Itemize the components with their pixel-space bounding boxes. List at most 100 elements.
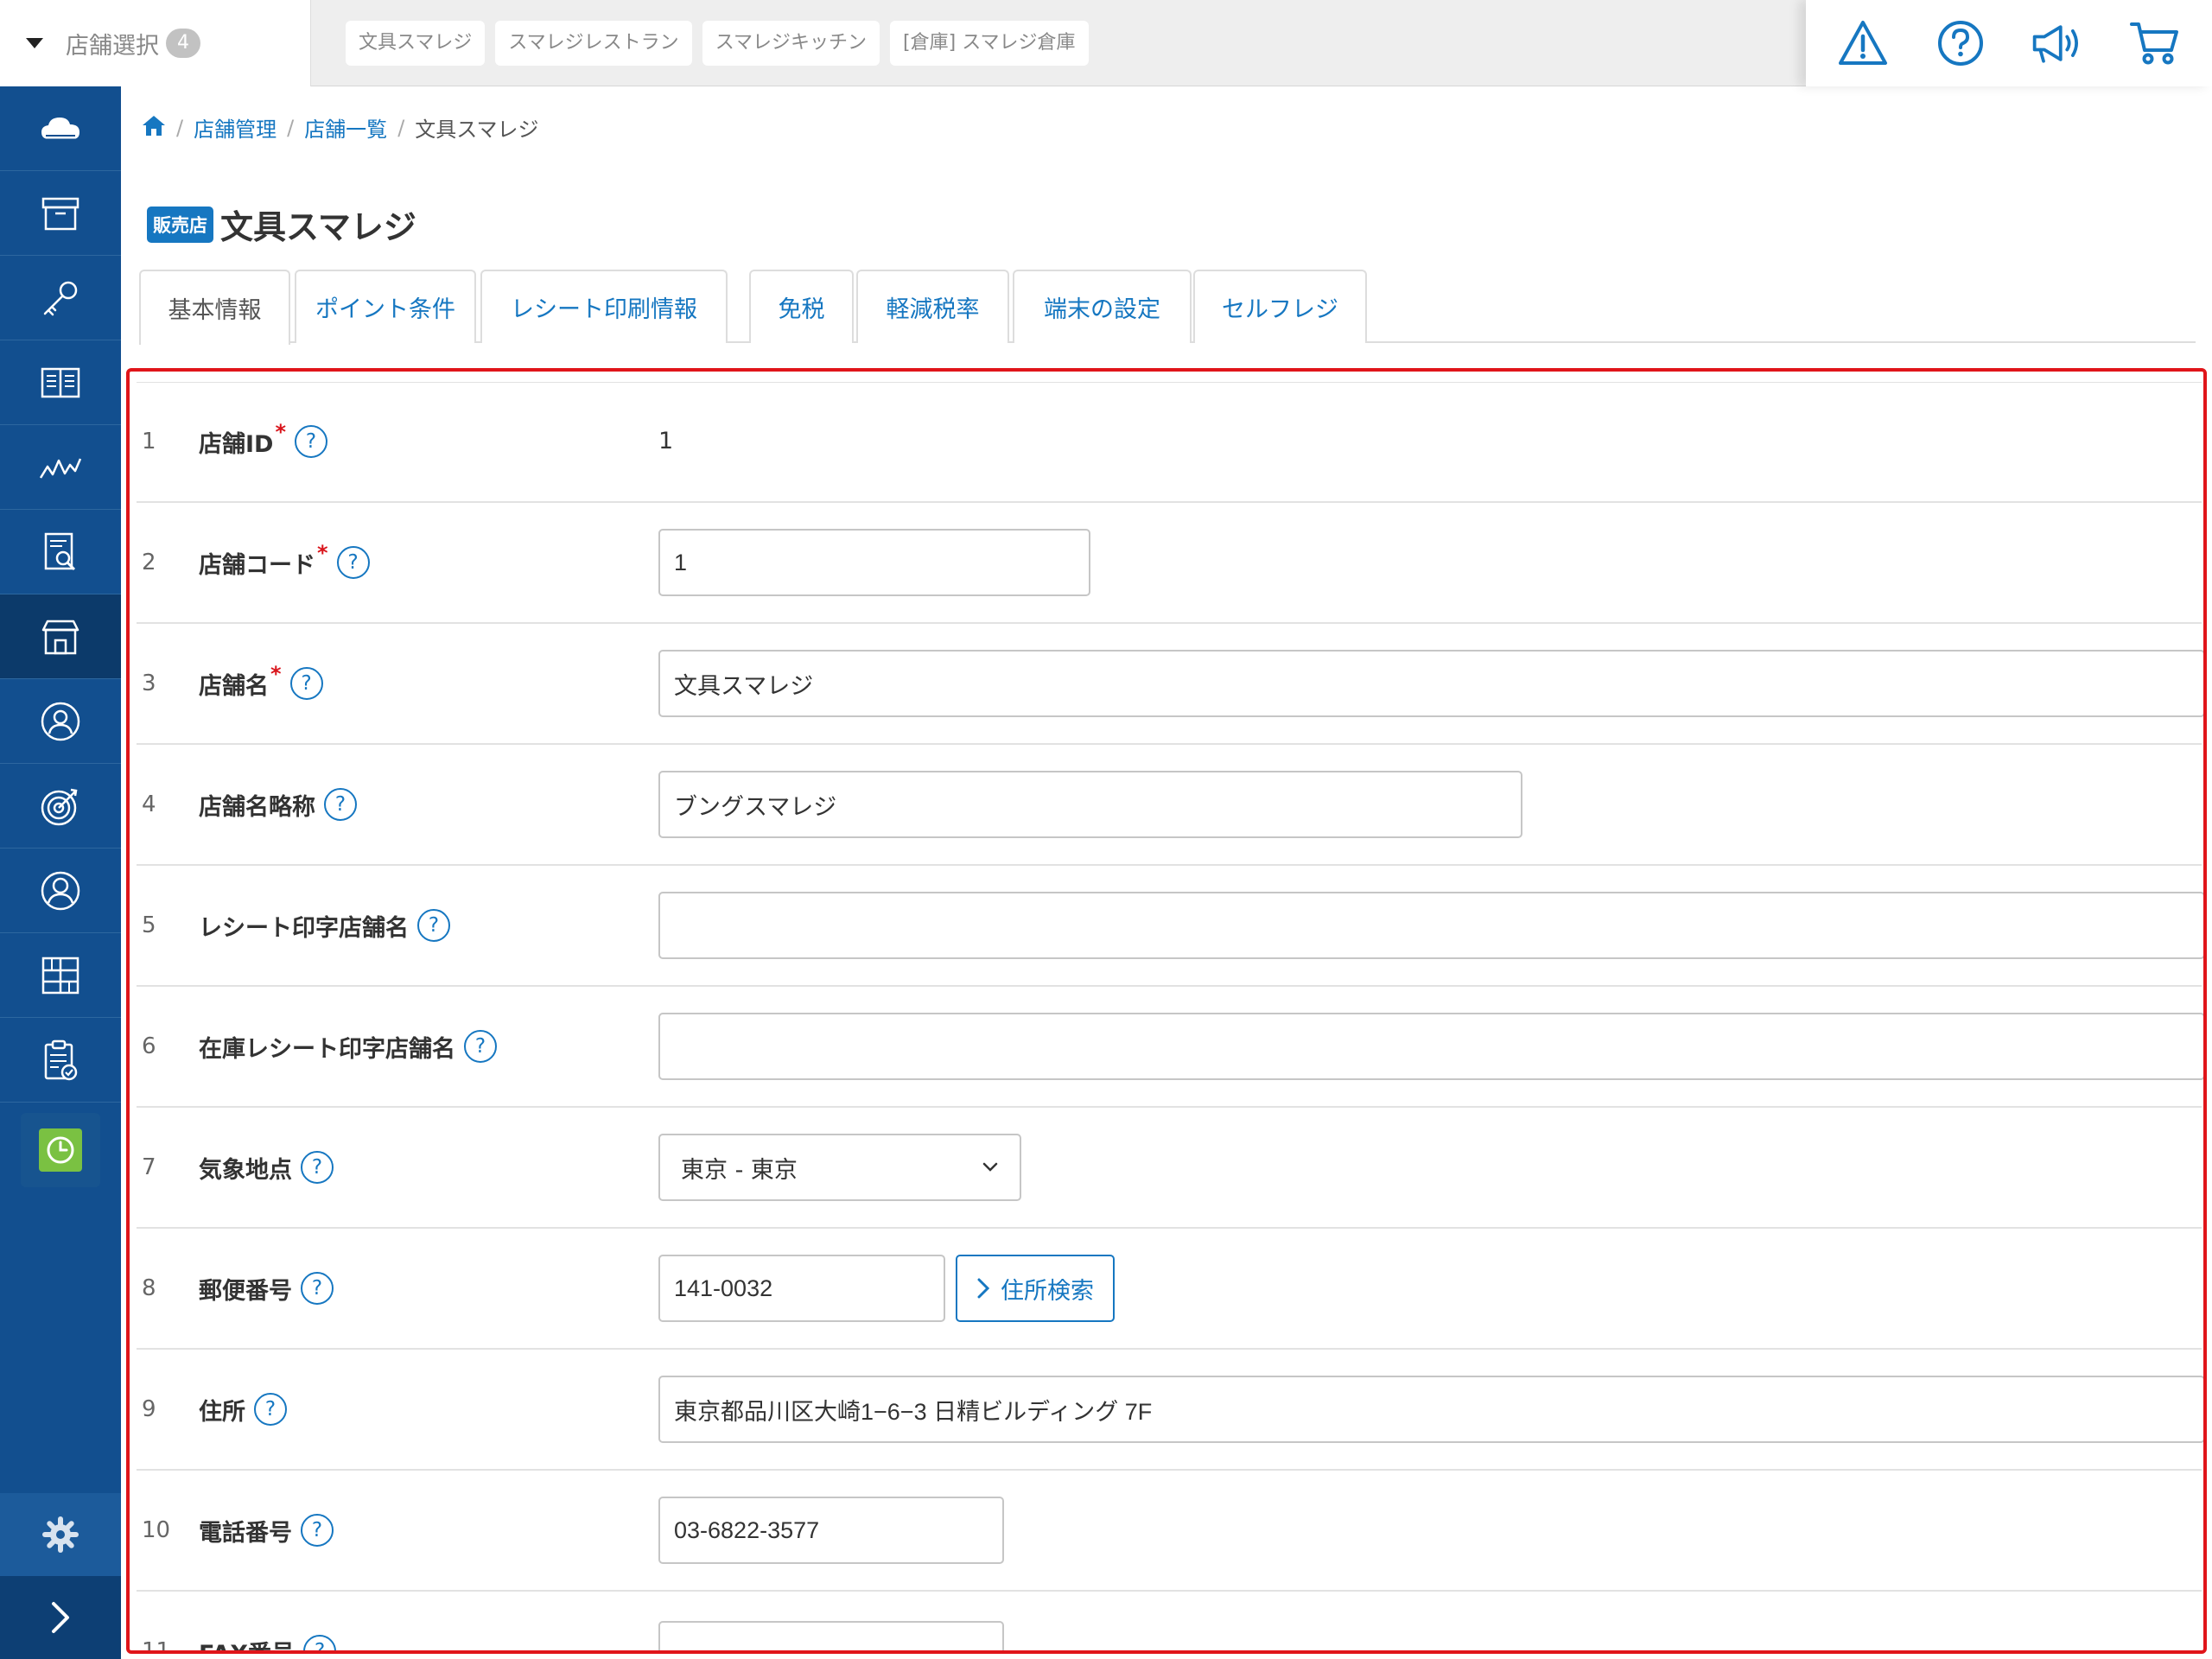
fax-number-input[interactable]: [658, 1621, 1004, 1650]
basic-info-form: 1店舗ID*?12店舗コード*?3店舗名*?4店舗名略称?5レシート印字店舗名?…: [126, 368, 2207, 1654]
help-tooltip-icon[interactable]: ?: [417, 909, 450, 942]
sidebar-item-access[interactable]: [0, 256, 121, 340]
store-select-dropdown[interactable]: 店舗選択 4: [0, 0, 311, 86]
help-tooltip-icon[interactable]: ?: [254, 1393, 287, 1426]
field-label-text: 店舗名略称: [199, 793, 315, 821]
help-tooltip-icon[interactable]: ?: [301, 1272, 334, 1305]
address-search-label: 住所検索: [1001, 1277, 1094, 1305]
store-chip[interactable]: 文具スマレジ: [346, 21, 486, 66]
sidebar-item-marketing[interactable]: [0, 764, 121, 849]
sidebar-item-tasks[interactable]: [0, 1018, 121, 1103]
help-tooltip-icon[interactable]: ?: [464, 1030, 497, 1063]
sidebar-item-staff[interactable]: [0, 849, 121, 933]
archive-box-icon: [41, 197, 79, 230]
address-search-button[interactable]: 住所検索: [956, 1255, 1115, 1322]
cart-icon[interactable]: [2127, 16, 2183, 71]
tab-basic-info[interactable]: 基本情報: [139, 270, 290, 345]
stock-receipt-store-name-input[interactable]: [658, 1013, 2203, 1080]
main-sidebar: [0, 86, 121, 1659]
form-row-phone-number: 10 電話番号?: [137, 1471, 2202, 1592]
required-mark: *: [275, 420, 287, 444]
row-number: 9: [142, 1396, 156, 1422]
breadcrumb-current: 文具スマレジ: [415, 118, 539, 142]
field-label: 店舗コード *?: [199, 503, 370, 622]
report-search-icon: [44, 532, 76, 570]
form-row-store-code: 2 店舗コード *?: [137, 503, 2202, 624]
store-type-badge: 販売店: [147, 206, 213, 243]
field-label: 電話番号?: [199, 1471, 334, 1590]
sidebar-item-stores[interactable]: [0, 594, 121, 679]
help-tooltip-icon[interactable]: ?: [295, 425, 328, 458]
line-chart-icon: [39, 458, 82, 479]
tab-receipt-print[interactable]: レシート印刷情報: [480, 270, 728, 343]
tab-point-conditions[interactable]: ポイント条件: [295, 270, 476, 343]
weather-location-select[interactable]: 東京 - 東京: [658, 1134, 1021, 1201]
help-tooltip-icon[interactable]: ?: [303, 1635, 337, 1650]
field-label-text: 電話番号: [199, 1519, 292, 1547]
store-chip[interactable]: [倉庫] スマレジ倉庫: [890, 21, 1089, 66]
receipt-store-name-input[interactable]: [658, 892, 2203, 959]
field-label-text: 店舗名: [199, 672, 269, 700]
gear-icon: [42, 1516, 79, 1553]
tab-self-checkout[interactable]: セルフレジ: [1193, 270, 1367, 343]
breadcrumb-home[interactable]: [142, 114, 166, 142]
grid-icon: [41, 957, 79, 994]
store-short-name-input[interactable]: [658, 771, 1522, 838]
help-tooltip-icon[interactable]: ?: [301, 1151, 334, 1184]
form-row-stock-receipt-store-name: 6 在庫レシート印字店舗名?: [137, 987, 2203, 1108]
breadcrumb-store-list[interactable]: 店舗一覧: [304, 112, 387, 143]
breadcrumb-separator: /: [176, 115, 184, 140]
settings-button[interactable]: [0, 1493, 121, 1576]
header-icon-group: [1806, 0, 2212, 86]
sidebar-item-cloud[interactable]: [0, 86, 121, 171]
cloud-icon: [41, 117, 79, 141]
breadcrumb: / 店舗管理 / 店舗一覧 / 文具スマレジ: [142, 112, 539, 143]
form-row-fax-number: 11 FAX番号?: [137, 1592, 2202, 1650]
row-number: 7: [142, 1154, 156, 1180]
row-number: 1: [142, 429, 156, 454]
field-label: 住所?: [199, 1350, 287, 1469]
field-label-text: 気象地点: [199, 1156, 292, 1184]
field-label: 店舗名略称?: [199, 745, 357, 864]
breadcrumb-store-management[interactable]: 店舗管理: [194, 112, 276, 143]
sidebar-item-reports[interactable]: [0, 510, 121, 594]
field-label-text: 店舗ID: [199, 430, 274, 458]
store-icon: [41, 620, 79, 654]
store-select-label: 店舗選択: [66, 32, 159, 60]
warning-icon[interactable]: [1835, 16, 1891, 71]
megaphone-icon[interactable]: [2030, 16, 2085, 71]
field-label-text: 郵便番号: [199, 1277, 292, 1305]
help-tooltip-icon[interactable]: ?: [324, 788, 357, 821]
form-row-store-short-name: 4 店舗名略称?: [137, 745, 2202, 866]
help-tooltip-icon[interactable]: ?: [301, 1514, 334, 1547]
row-number: 5: [142, 912, 156, 938]
sidebar-item-customers[interactable]: [0, 679, 121, 764]
select-value: 東京 - 東京: [681, 1156, 798, 1184]
sidebar-item-apps[interactable]: [0, 933, 121, 1018]
tab-terminal-settings[interactable]: 端末の設定: [1013, 270, 1192, 343]
store-chip[interactable]: スマレジキッチン: [702, 21, 880, 66]
form-row-receipt-store-name: 5 レシート印字店舗名?: [137, 866, 2203, 987]
sidebar-item-products[interactable]: [0, 171, 121, 256]
sidebar-expand-button[interactable]: [0, 1576, 121, 1659]
sidebar-item-analytics[interactable]: [0, 425, 121, 510]
form-row-weather-location: 7 気象地点? 東京 - 東京: [137, 1108, 2202, 1229]
field-label-text: 住所: [199, 1398, 245, 1426]
store-chip[interactable]: スマレジレストラン: [495, 21, 692, 66]
postal-code-input[interactable]: [658, 1255, 945, 1322]
store-code-input[interactable]: [658, 529, 1090, 596]
chevron-right-icon: [977, 1278, 990, 1299]
book-icon: [41, 367, 80, 397]
help-icon[interactable]: [1933, 16, 1988, 71]
help-tooltip-icon[interactable]: ?: [289, 667, 323, 700]
tab-reduced-tax[interactable]: 軽減税率: [856, 270, 1009, 343]
sidebar-item-timecard[interactable]: [21, 1113, 100, 1187]
address-input[interactable]: [658, 1376, 2203, 1443]
page-header: 販売店 文具スマレジ: [147, 200, 416, 248]
sidebar-item-manual[interactable]: [0, 340, 121, 425]
help-tooltip-icon[interactable]: ?: [336, 546, 370, 579]
store-name-input[interactable]: [658, 650, 2203, 717]
chevron-down-icon: [982, 1162, 998, 1172]
tab-tax-free[interactable]: 免税: [749, 270, 854, 343]
phone-number-input[interactable]: [658, 1497, 1004, 1564]
